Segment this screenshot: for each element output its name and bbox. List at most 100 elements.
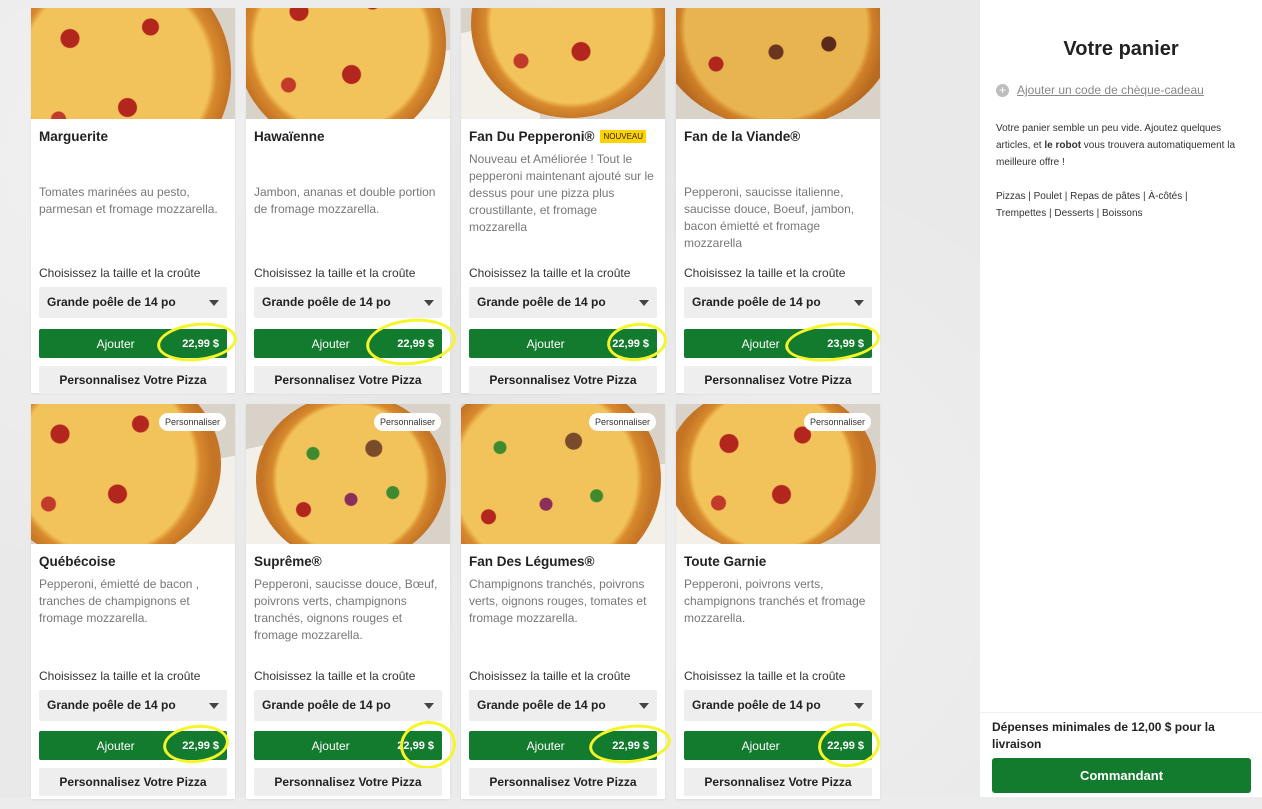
product-image[interactable] [31, 8, 235, 119]
product-title: Marguerite [39, 129, 109, 144]
size-select[interactable]: Grande poêle de 14 po [39, 287, 227, 318]
price: 23,99 $ [827, 337, 864, 350]
size-select[interactable]: Grande poêle de 14 po [684, 287, 872, 318]
category-link-trempettes[interactable]: Trempettes [996, 208, 1046, 219]
product-image[interactable]: Personnaliser [676, 404, 880, 544]
add-button[interactable]: Ajouter 22,99 $ [39, 721, 231, 767]
add-button[interactable]: Ajouter 22,99 $ [254, 718, 459, 772]
product-title: Québécoise [39, 554, 116, 569]
cart-panel: Votre panier + Ajouter un code de chèque… [980, 0, 1262, 797]
product-description: Jambon, ananas et double portion de from… [254, 185, 436, 216]
product-card-marguerite: Marguerite Tomates marinées au pesto, pa… [31, 8, 239, 394]
chevron-down-icon [209, 703, 219, 709]
minimum-order-text: Dépenses minimales de 12,00 $ pour la li… [992, 720, 1215, 751]
customize-button[interactable]: Personnalisez Votre Pizza [684, 768, 872, 796]
price: 22,99 $ [612, 337, 649, 350]
product-title: Fan Des Légumes® [469, 554, 595, 569]
chevron-down-icon [854, 300, 864, 306]
product-title: Hawaïenne [254, 129, 325, 144]
add-button[interactable]: Ajouter 22,99 $ [254, 314, 459, 370]
order-button[interactable]: Commandant [992, 758, 1251, 793]
price: 22,99 $ [182, 739, 219, 752]
size-select[interactable]: Grande poêle de 14 po [469, 287, 657, 318]
customize-badge: Personnaliser [803, 413, 871, 431]
price: 22,99 $ [612, 739, 649, 752]
size-label: Choisissez la taille et la croûte [469, 266, 631, 280]
customize-button[interactable]: Personnalisez Votre Pizza [254, 768, 442, 796]
menu-area: Marguerite Tomates marinées au pesto, pa… [0, 0, 980, 799]
category-link-poulet[interactable]: Poulet [1034, 191, 1062, 202]
product-image[interactable] [246, 8, 450, 119]
product-description: Nouveau et Améliorée ! Tout le pepperoni… [469, 152, 654, 234]
product-description: Champignons tranchés, poivrons verts, oi… [469, 577, 647, 625]
category-link-a-cotes[interactable]: À-côtés [1148, 191, 1182, 202]
category-link-pizzas[interactable]: Pizzas [996, 191, 1025, 202]
category-link-boissons[interactable]: Boissons [1102, 208, 1143, 219]
product-title: Toute Garnie [684, 554, 767, 569]
chevron-down-icon [854, 703, 864, 709]
customize-button[interactable]: Personnalisez Votre Pizza [39, 768, 227, 796]
customize-button[interactable]: Personnalisez Votre Pizza [469, 366, 657, 394]
cart-empty-message: Votre panier semble un peu vide. Ajoutez… [996, 123, 1236, 168]
size-label: Choisissez la taille et la croûte [469, 669, 631, 683]
product-description: Pepperoni, poivrons verts, champignons t… [684, 577, 866, 625]
product-description: Tomates marinées au pesto, parmesan et f… [39, 185, 218, 216]
product-card-fan-du-pepperoni: Fan Du Pepperoni® NOUVEAU Nouveau et Amél… [461, 8, 669, 394]
add-button[interactable]: Ajouter 22,99 $ [469, 319, 669, 365]
gift-card-link[interactable]: Ajouter un code de chèque-cadeau [1017, 83, 1204, 97]
product-description: Pepperoni, saucisse douce, Bœuf, poivron… [254, 577, 438, 642]
cart-category-links: Pizzas | Poulet | Repas de pâtes | À-côt… [996, 191, 1188, 219]
product-card-toute-garnie: Personnaliser Toute Garnie Pepperoni, po… [676, 404, 883, 799]
product-image[interactable] [461, 8, 665, 119]
customize-badge: Personnaliser [373, 413, 441, 431]
product-card-fan-de-la-viande: Fan de la Viande® Pepperoni, saucisse it… [676, 8, 882, 394]
product-description: Pepperoni, émietté de bacon , tranches d… [39, 577, 200, 625]
size-select[interactable]: Grande poêle de 14 po [684, 690, 872, 721]
price: 22,99 $ [182, 337, 219, 350]
product-card-hawaienne: Hawaïenne Jambon, ananas et double porti… [246, 8, 459, 394]
product-title: Suprême® [254, 554, 322, 569]
customize-badge: Personnaliser [158, 413, 226, 431]
add-button[interactable]: Ajouter 22,99 $ [469, 720, 673, 768]
customize-button[interactable]: Personnalisez Votre Pizza [254, 366, 442, 394]
price: 22,99 $ [397, 739, 434, 752]
product-description: Pepperoni, saucisse italienne, saucisse … [684, 185, 855, 250]
customize-button[interactable]: Personnalisez Votre Pizza [39, 366, 227, 394]
cart-title: Votre panier [1063, 38, 1179, 60]
cart-footer: Dépenses minimales de 12,00 $ pour la li… [980, 712, 1262, 798]
price: 22,99 $ [827, 739, 864, 752]
product-image[interactable]: Personnaliser [461, 404, 665, 544]
customize-button[interactable]: Personnalisez Votre Pizza [469, 768, 657, 796]
product-card-quebecoise: Personnaliser Québécoise Pepperoni, émie… [31, 404, 235, 799]
product-image[interactable] [676, 8, 880, 119]
chevron-down-icon [639, 300, 649, 306]
product-image[interactable]: Personnaliser [31, 404, 235, 544]
size-label: Choisissez la taille et la croûte [684, 669, 846, 683]
chevron-down-icon [639, 703, 649, 709]
category-link-desserts[interactable]: Desserts [1054, 208, 1093, 219]
chevron-down-icon [424, 300, 434, 306]
customize-button[interactable]: Personnalisez Votre Pizza [684, 366, 872, 394]
plus-circle-icon[interactable]: + [996, 83, 1009, 97]
chevron-down-icon [209, 300, 219, 306]
product-image[interactable]: Personnaliser [246, 404, 450, 544]
customize-badge: Personnaliser [588, 413, 656, 431]
category-link-pates[interactable]: Repas de pâtes [1070, 191, 1140, 202]
gift-card-row[interactable]: + Ajouter un code de chèque-cadeau [996, 83, 1204, 97]
size-select[interactable]: Grande poêle de 14 po [254, 690, 442, 721]
size-label: Choisissez la taille et la croûte [254, 266, 416, 280]
add-button[interactable]: Ajouter 23,99 $ [684, 318, 882, 366]
size-select[interactable]: Grande poêle de 14 po [39, 690, 227, 721]
size-select[interactable]: Grande poêle de 14 po [254, 287, 442, 318]
size-label: Choisissez la taille et la croûte [684, 266, 846, 280]
chevron-down-icon [424, 703, 434, 709]
size-label: Choisissez la taille et la croûte [39, 669, 201, 683]
add-button[interactable]: Ajouter 22,99 $ [684, 719, 883, 771]
size-label: Choisissez la taille et la croûte [254, 669, 416, 683]
add-button[interactable]: Ajouter 22,99 $ [39, 318, 239, 366]
size-select[interactable]: Grande poêle de 14 po [469, 690, 657, 721]
product-card-fan-des-legumes: Personnaliser Fan Des Légumes® Champigno… [461, 404, 673, 799]
product-title: Fan Du Pepperoni® NOUVEAU [469, 129, 657, 149]
price: 22,99 $ [397, 337, 434, 350]
product-title: Fan de la Viande® [684, 129, 801, 144]
